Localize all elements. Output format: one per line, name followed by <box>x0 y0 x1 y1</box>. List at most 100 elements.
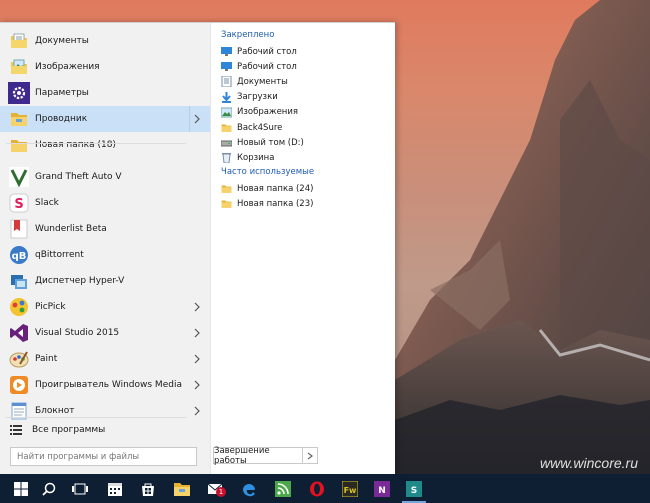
place-label: Новая папка (23) <box>237 198 314 209</box>
chevron-right-icon <box>194 302 200 312</box>
taskbar-button[interactable]: N <box>366 474 398 503</box>
app-item[interactable]: Wunderlist Beta <box>0 216 210 242</box>
chevron-right-icon <box>194 114 200 124</box>
place-item[interactable]: Рабочий стол <box>221 59 297 74</box>
taskbar-button[interactable] <box>33 474 65 503</box>
submenu-arrow[interactable] <box>191 353 203 365</box>
app-label: Диспетчер Hyper-V <box>35 276 125 286</box>
separator <box>6 417 186 418</box>
pinned-title: Закреплено <box>221 30 275 40</box>
settings-gear-icon <box>8 82 30 104</box>
wunderlist-icon <box>8 218 30 240</box>
desktop-icon <box>221 61 232 72</box>
search-input[interactable] <box>11 449 196 464</box>
app-label: Grand Theft Auto V <box>35 172 122 182</box>
frequent-title: Часто используемые <box>221 167 315 177</box>
app-label: Проигрыватель Windows Media <box>35 380 182 390</box>
app-label: Wunderlist Beta <box>35 224 107 234</box>
submenu-arrow[interactable] <box>191 379 203 391</box>
hyper-v-icon <box>8 270 30 292</box>
taskbar-button[interactable] <box>301 474 333 503</box>
app-label: Visual Studio 2015 <box>35 328 120 338</box>
taskbar-button[interactable] <box>64 474 96 503</box>
place-item[interactable]: Рабочий стол <box>221 44 297 59</box>
place-item[interactable]: Новая папка (23) <box>221 196 313 211</box>
taskbar-button[interactable] <box>166 474 198 503</box>
sway-icon: S <box>406 480 422 497</box>
onenote-icon: N <box>374 480 390 497</box>
app-item[interactable]: Документы <box>0 28 210 54</box>
watermark: www.wincore.ru <box>539 455 638 471</box>
taskbar-button[interactable] <box>132 474 164 503</box>
shutdown-group: Завершение работы <box>213 446 319 466</box>
app-item[interactable]: PicPick <box>0 294 210 320</box>
place-item[interactable]: Новая папка (24) <box>221 181 313 196</box>
place-item[interactable]: Новый том (D:) <box>220 135 304 150</box>
search-icon <box>42 482 56 496</box>
gta-v-icon <box>8 166 30 188</box>
app-label: Документы <box>35 36 89 46</box>
recycle-bin-icon <box>221 152 232 164</box>
downloads-icon <box>221 91 232 103</box>
place-label: Back4Sure <box>237 122 283 133</box>
shutdown-button[interactable]: Завершение работы <box>213 446 303 466</box>
taskbar-button[interactable] <box>99 474 131 503</box>
qbittorrent-icon: qB <box>8 244 30 266</box>
submenu-arrow[interactable] <box>191 301 203 313</box>
app-label: Блокнот <box>35 406 75 416</box>
separator <box>6 143 186 144</box>
place-label: Изображения <box>237 107 299 118</box>
app-item[interactable]: Диспетчер Hyper-V <box>0 268 210 294</box>
shutdown-options-button[interactable] <box>303 447 318 464</box>
chevron-right-icon <box>307 452 313 459</box>
edge-icon <box>241 481 257 497</box>
chevron-right-icon <box>194 328 200 338</box>
submenu-arrow[interactable] <box>191 327 203 339</box>
app-label: qBittorrent <box>35 250 84 260</box>
taskbar-button[interactable]: S <box>398 474 430 503</box>
notepad-icon <box>8 400 30 422</box>
app-item[interactable]: Параметры <box>0 80 210 106</box>
place-item[interactable]: Back4Sure <box>221 120 282 135</box>
pictures-folder-icon <box>8 56 30 78</box>
chevron-right-icon <box>194 380 200 390</box>
place-item[interactable]: Загрузки <box>221 90 278 105</box>
taskbar-button[interactable]: Fw <box>334 474 366 503</box>
taskbar-button[interactable]: 1 <box>199 474 231 503</box>
app-label: Параметры <box>35 88 89 98</box>
drive-icon <box>220 137 233 148</box>
app-item[interactable]: Paint <box>0 346 210 372</box>
app-item[interactable]: S Slack <box>0 190 210 216</box>
place-label: Корзина <box>237 152 275 163</box>
svg-text:Fw: Fw <box>344 486 357 495</box>
start-menu: Документы Изображения Параметры Проводник Но… <box>0 22 395 475</box>
chevron-right-icon <box>194 354 200 364</box>
taskbar: 1 Fw N S <box>0 474 650 503</box>
notification-badge: 1 <box>216 487 226 497</box>
app-item[interactable]: qB qBittorrent <box>0 242 210 268</box>
submenu-arrow[interactable] <box>191 405 203 417</box>
desktop-icon <box>221 46 232 57</box>
app-item[interactable]: Новая папка (18) <box>0 132 210 158</box>
submenu-arrow[interactable] <box>191 113 203 125</box>
app-item[interactable]: Проигрыватель Windows Media <box>0 372 210 398</box>
app-item[interactable]: Проводник <box>0 106 210 132</box>
app-item[interactable]: Visual Studio 2015 <box>0 320 210 346</box>
place-item[interactable]: Документы <box>221 74 288 89</box>
feed-reader-icon <box>275 480 291 497</box>
place-item[interactable]: Корзина <box>221 150 274 165</box>
taskbar-button[interactable] <box>233 474 265 503</box>
all-programs-button[interactable]: Все программы <box>0 421 210 439</box>
search-box[interactable] <box>10 447 197 466</box>
taskbar-button[interactable] <box>267 474 299 503</box>
documents-icon <box>221 75 232 88</box>
app-item[interactable]: Grand Theft Auto V <box>0 164 210 190</box>
app-label: PicPick <box>35 302 66 312</box>
folder-icon <box>221 183 232 194</box>
place-item[interactable]: Изображения <box>220 105 299 120</box>
app-item[interactable]: Изображения <box>0 54 210 80</box>
all-programs-label: Все программы <box>32 425 106 435</box>
folder-icon <box>8 134 30 156</box>
app-label: Изображения <box>35 62 100 72</box>
app-label: Slack <box>35 198 59 208</box>
